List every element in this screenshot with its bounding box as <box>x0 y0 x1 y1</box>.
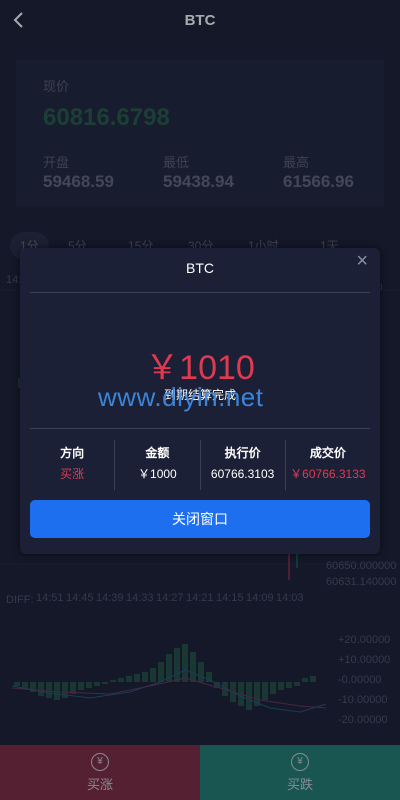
order-detail-grid: 方向 买涨 金额 ￥1000 执行价 60766.3103 成交价 ￥60766… <box>30 440 370 490</box>
amount-header: 金额 <box>145 446 170 460</box>
buy-up-button[interactable]: ¥ 买涨 <box>0 745 200 800</box>
close-window-button[interactable]: 关闭窗口 <box>30 500 370 538</box>
amount-cell: 金额 ￥1000 <box>115 440 201 490</box>
direction-value: 买涨 <box>60 467 85 481</box>
yuan-icon: ¥ <box>91 752 109 771</box>
exec-price-cell: 执行价 60766.3103 <box>201 440 286 490</box>
buy-down-label: 买跌 <box>286 776 313 792</box>
trade-bar: ¥ 买涨 ¥ 买跌 <box>0 745 400 800</box>
yuan-down-icon: ¥ <box>291 752 309 771</box>
exec-price-value: 60766.3103 <box>210 467 275 481</box>
close-icon[interactable]: × <box>356 250 368 273</box>
amount-value: ￥1000 <box>138 467 177 481</box>
deal-price-cell: 成交价 ￥60766.3133 <box>286 440 370 490</box>
buy-down-button[interactable]: ¥ 买跌 <box>200 745 400 800</box>
exec-price-header: 执行价 <box>224 446 261 460</box>
divider <box>30 428 370 429</box>
buy-up-label: 买涨 <box>86 776 113 792</box>
divider <box>30 292 370 293</box>
watermark: www.diyin.net <box>98 382 264 412</box>
direction-header: 方向 <box>60 446 85 460</box>
deal-price-value: ￥60766.3133 <box>290 467 366 481</box>
deal-price-header: 成交价 <box>309 446 346 460</box>
modal-title: BTC <box>186 260 214 276</box>
direction-cell: 方向 买涨 <box>30 440 116 490</box>
